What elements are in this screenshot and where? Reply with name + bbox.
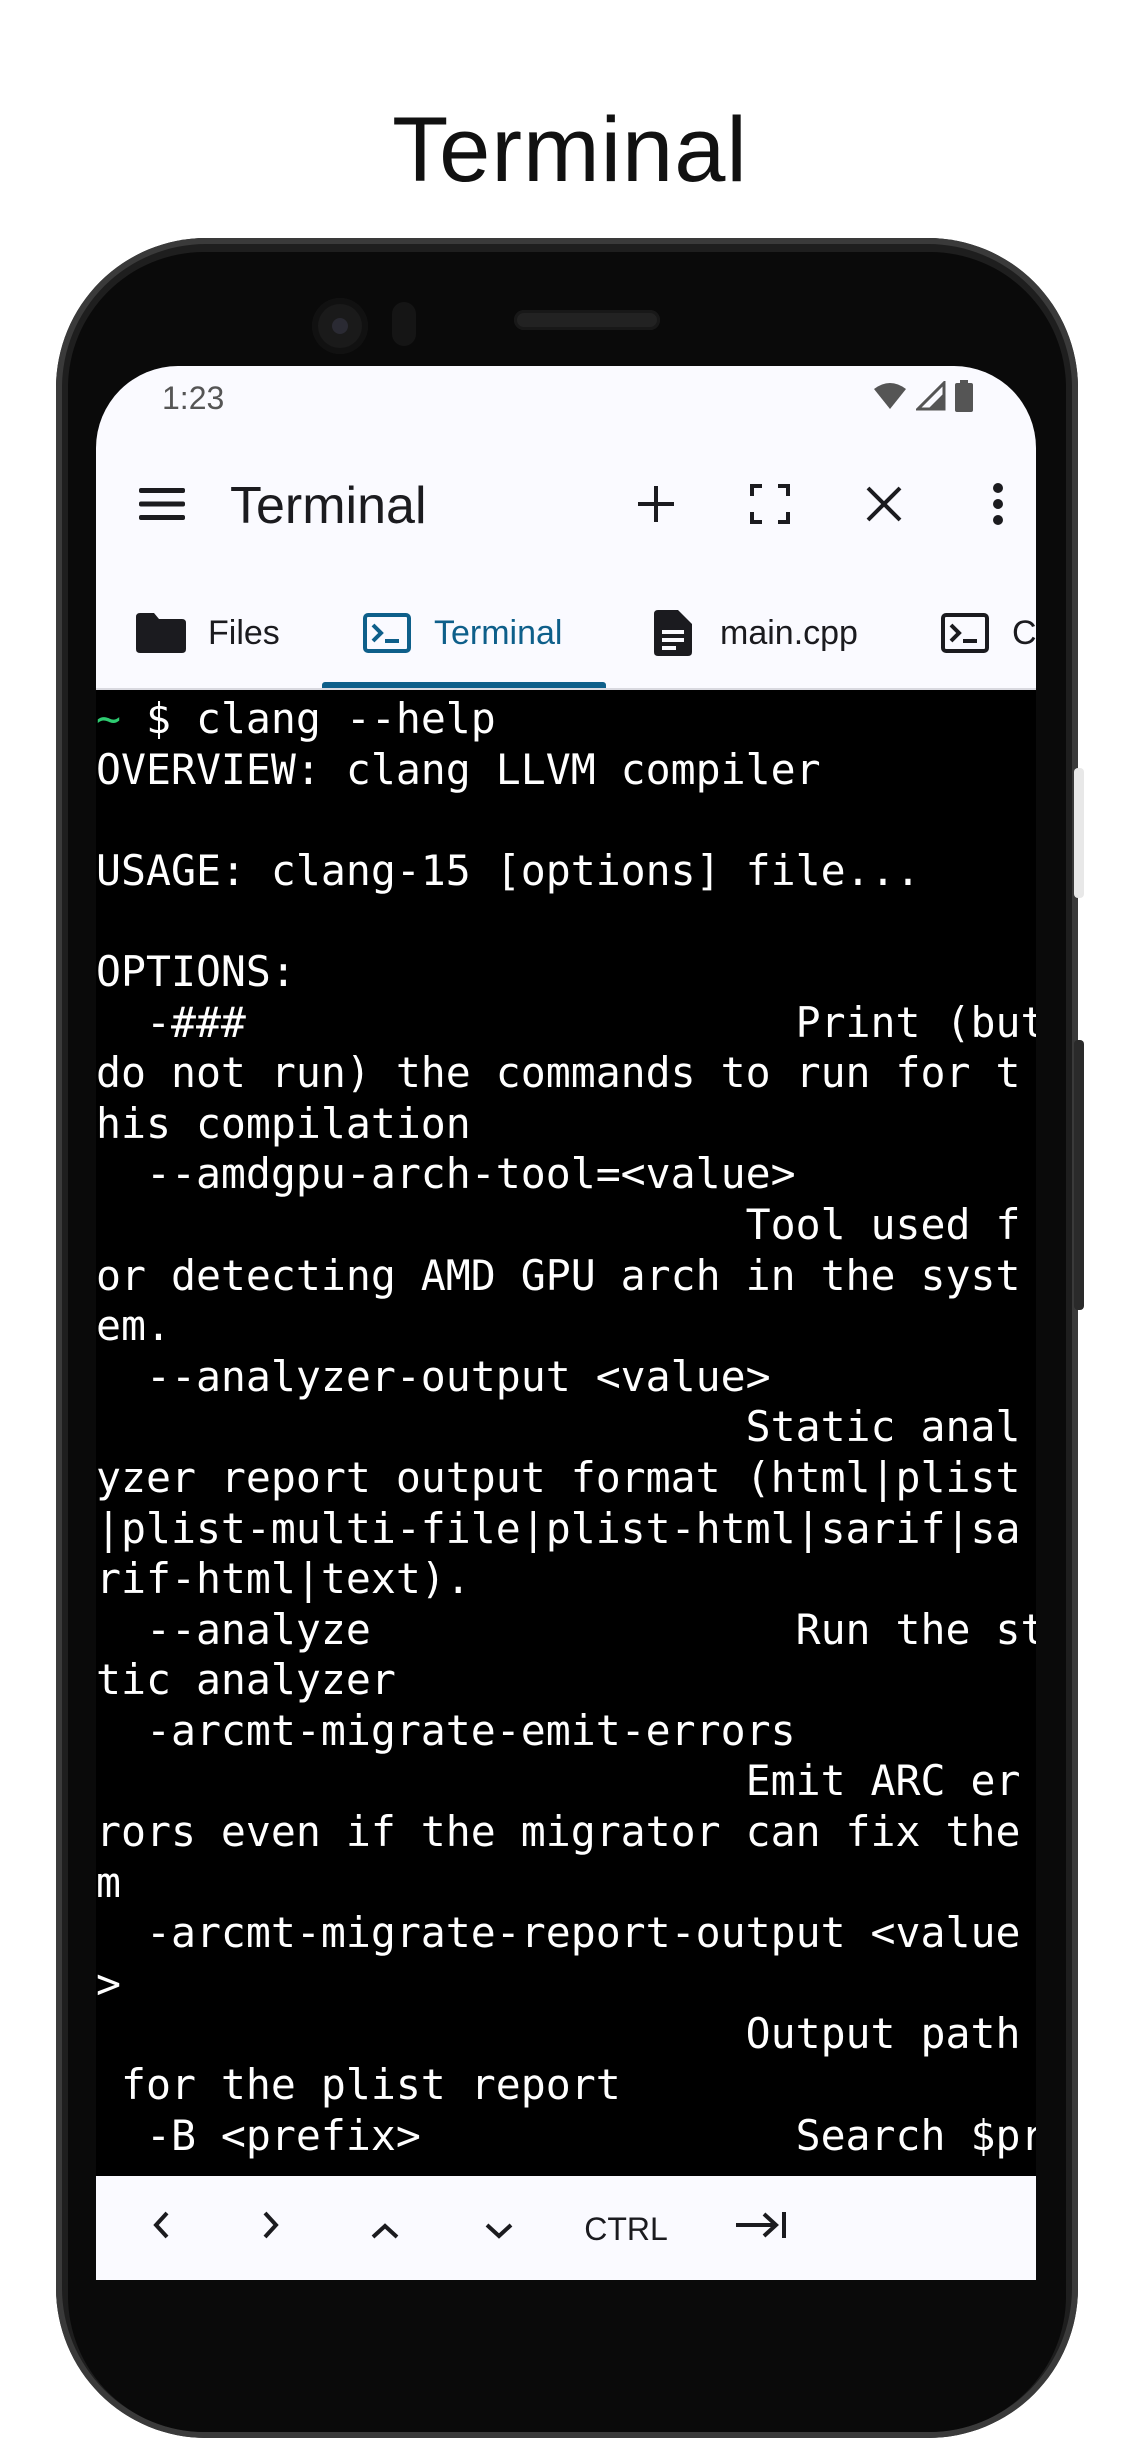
- terminal-line: USAGE: clang-15 [options] file...: [96, 845, 921, 895]
- terminal-line: for the plist report: [96, 2060, 621, 2110]
- app-bar: Terminal: [96, 436, 1036, 578]
- terminal-line: em.: [96, 1301, 171, 1351]
- fullscreen-icon[interactable]: [738, 472, 802, 536]
- terminal-line: his compilation: [96, 1098, 471, 1148]
- terminal-line: -B <prefix> Search $pre: [96, 2110, 1036, 2160]
- terminal-line: Output path: [96, 2009, 1021, 2059]
- signal-icon: [914, 379, 946, 416]
- terminal-line: do not run) the commands to run for t: [96, 1048, 1021, 1098]
- terminal-line: m: [96, 1857, 121, 1907]
- camera-icon: [312, 298, 368, 354]
- wifi-icon: [872, 381, 908, 416]
- terminal-line: |plist-multi-file|plist-html|sarif|sa: [96, 1503, 1021, 1553]
- terminal-line: rors even if the migrator can fix the: [96, 1807, 1021, 1857]
- document-icon: [648, 608, 698, 658]
- volume-button: [1074, 1040, 1084, 1310]
- terminal-output[interactable]: ~ $ clang --help OVERVIEW: clang LLVM com…: [96, 690, 1036, 2194]
- terminal-line: -### Print (but: [96, 997, 1036, 1047]
- chevron-down-icon: [484, 2211, 514, 2248]
- terminal-line: --analyze Run the sta: [96, 1604, 1036, 1654]
- right-arrow-key[interactable]: [236, 2194, 306, 2264]
- left-arrow-key[interactable]: [126, 2194, 196, 2264]
- menu-icon[interactable]: [130, 472, 194, 536]
- page-title: Terminal: [392, 99, 748, 201]
- terminal-line: Static anal: [96, 1402, 1021, 1452]
- terminal-line: --analyzer-output <value>: [96, 1351, 771, 1401]
- chevron-up-icon: [370, 2211, 400, 2248]
- power-button: [1074, 768, 1084, 898]
- tab-c[interactable]: C: [940, 578, 1036, 688]
- tab-arrow-icon: [734, 2210, 788, 2248]
- battery-icon: [954, 380, 974, 417]
- tab-main-cpp[interactable]: main.cpp: [648, 578, 858, 688]
- more-options-icon[interactable]: [966, 472, 1030, 536]
- terminal-line: OVERVIEW: clang LLVM compiler: [96, 744, 821, 794]
- tab-label: Files: [208, 613, 280, 652]
- status-icons: [872, 379, 974, 417]
- terminal-lines: OVERVIEW: clang LLVM compiler USAGE: clan…: [96, 745, 1036, 2162]
- tab-label: C: [1012, 613, 1036, 652]
- ctrl-key[interactable]: CTRL: [566, 2194, 686, 2264]
- status-time: 1:23: [162, 380, 225, 416]
- terminal-line: tic analyzer: [96, 1655, 396, 1705]
- chevron-right-icon: [262, 2210, 280, 2248]
- down-arrow-key[interactable]: [464, 2194, 534, 2264]
- terminal-prompt-line: ~ $ clang --help: [96, 694, 1036, 745]
- terminal-line: or detecting AMD GPU arch in the syst: [96, 1250, 1021, 1300]
- tab-terminal[interactable]: Terminal: [362, 578, 562, 688]
- status-bar: 1:23: [96, 366, 1036, 436]
- tab-label: Terminal: [434, 613, 563, 652]
- active-tab-indicator: [322, 682, 606, 688]
- up-arrow-key[interactable]: [350, 2194, 420, 2264]
- tab-label: main.cpp: [720, 613, 858, 652]
- earpiece-speaker: [514, 310, 660, 330]
- terminal-line: OPTIONS:: [96, 946, 296, 996]
- terminal-line: -arcmt-migrate-report-output <value: [96, 1908, 1021, 1958]
- folder-icon: [136, 608, 186, 658]
- terminal-line: Tool used f: [96, 1199, 1021, 1249]
- terminal-line: Emit ARC er: [96, 1756, 1021, 1806]
- chevron-left-icon: [152, 2210, 170, 2248]
- terminal-line: yzer report output format (html|plist: [96, 1452, 1021, 1502]
- extra-keys-bar: CTRL: [96, 2176, 1036, 2280]
- terminal-line: --amdgpu-arch-tool=<value>: [96, 1149, 796, 1199]
- terminal-line: >: [96, 1958, 121, 2008]
- terminal-icon: [940, 608, 990, 658]
- terminal-icon: [362, 608, 412, 658]
- prompt-command: $ clang --help: [121, 694, 496, 743]
- terminal-line: -arcmt-migrate-emit-errors: [96, 1705, 796, 1755]
- tab-key[interactable]: [716, 2194, 806, 2264]
- tab-bar: Files Terminal main.cpp C: [96, 578, 1036, 690]
- phone-screen: 1:23 Terminal Files Terminal main.cpp C …: [96, 366, 1036, 2280]
- terminal-line: rif-html|text).: [96, 1554, 471, 1604]
- prompt-symbol: ~: [96, 694, 121, 743]
- add-icon[interactable]: [624, 472, 688, 536]
- app-bar-title: Terminal: [230, 477, 427, 535]
- tab-files[interactable]: Files: [136, 578, 280, 688]
- close-icon[interactable]: [852, 472, 916, 536]
- sensor: [392, 302, 416, 346]
